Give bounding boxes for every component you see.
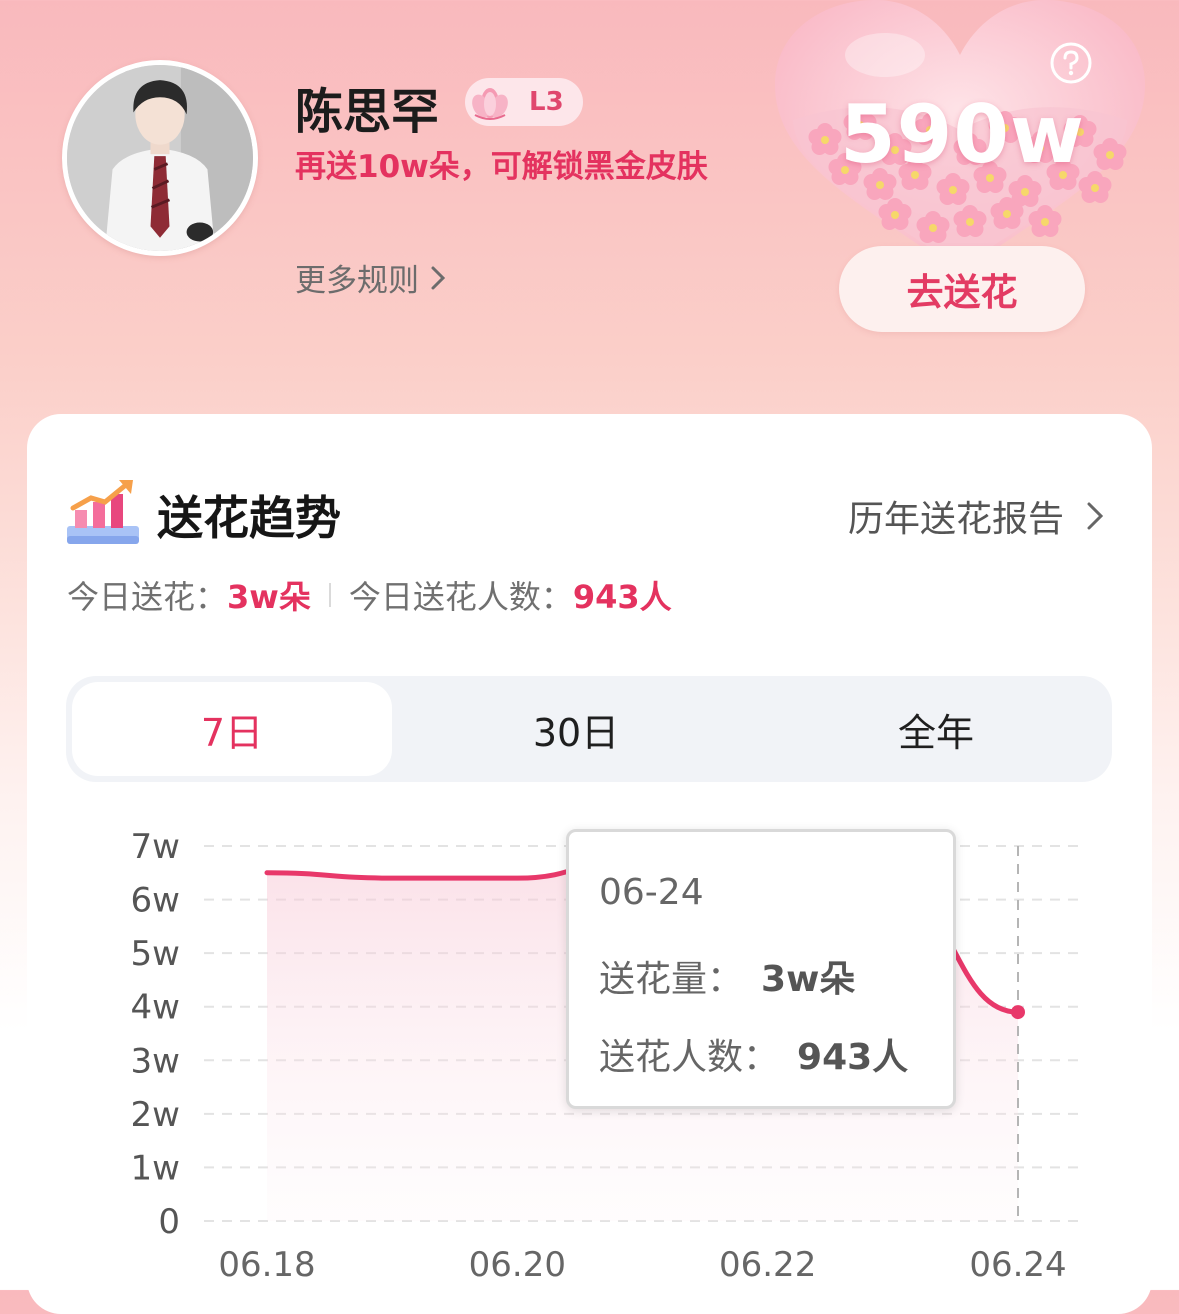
tooltip-amount-value: 3w朵: [761, 959, 856, 1000]
y-tick-label: 5w: [131, 934, 180, 974]
tooltip-amount: 送花量： 3w朵: [599, 950, 855, 1002]
y-tick-label: 1w: [131, 1148, 180, 1188]
tooltip-date: 06-24: [599, 872, 704, 913]
x-tick-label: 06.18: [218, 1245, 315, 1285]
tooltip-people-value: 943人: [797, 1037, 909, 1078]
y-tick-label: 7w: [131, 827, 180, 867]
y-tick-label: 4w: [131, 988, 180, 1028]
x-tick-label: 06.24: [969, 1245, 1066, 1285]
x-tick-label: 06.22: [719, 1245, 816, 1285]
y-tick-label: 2w: [131, 1095, 180, 1135]
tooltip-people: 送花人数： 943人: [599, 1028, 908, 1080]
y-tick-label: 0: [158, 1202, 180, 1242]
y-tick-label: 6w: [131, 881, 180, 921]
highlight-point: [1011, 1005, 1025, 1020]
x-tick-label: 06.20: [469, 1245, 566, 1285]
chart-tooltip: 06-24 送花量： 3w朵 送花人数： 943人: [566, 829, 956, 1109]
y-tick-label: 3w: [131, 1041, 180, 1081]
tooltip-people-label: 送花人数：: [599, 1037, 780, 1078]
tooltip-amount-label: 送花量：: [599, 959, 744, 1000]
